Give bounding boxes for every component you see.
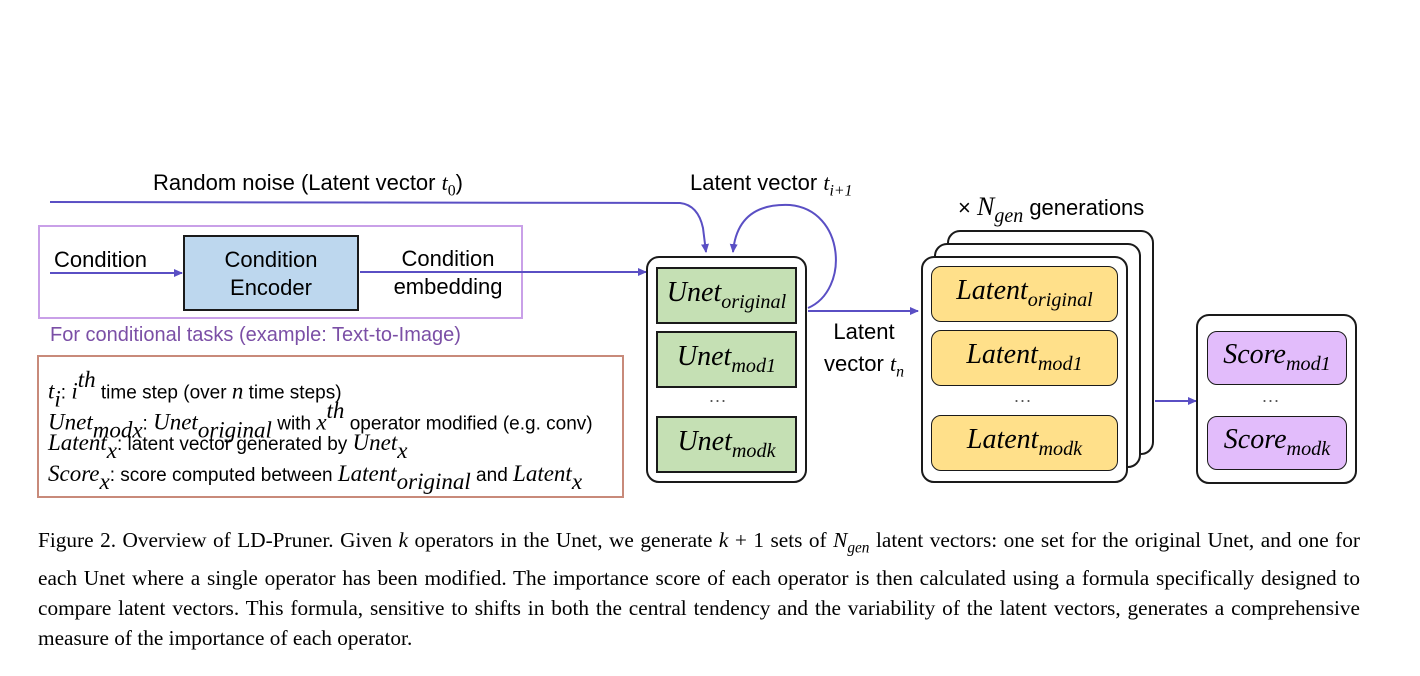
score-base: Score [1223,339,1286,371]
latent-sub: original [1027,289,1093,312]
embedding-line-1: Condition [401,246,495,271]
latent-tn-label: Latent vector tn [815,316,913,389]
gen-suffix: generations [1023,195,1145,220]
legend-text: : score computed between [109,465,338,486]
legend-var: Latent [48,430,107,455]
latent-sub: modk [1038,438,1083,461]
unet-mod1-label: Unetmod1 [677,341,776,378]
legend-line-latent: Latentx: latent vector generated by Unet… [48,430,407,464]
score-sub: modk [1286,438,1331,461]
encoder-line-1: Condition [224,247,318,272]
conditional-task-note: For conditional tasks (example: Text-to-… [50,324,461,346]
legend-text: : latent vector generated by [117,434,353,455]
unet-sub: modk [731,440,776,463]
latent-base: Latent [956,275,1028,307]
generations-label: × Ngen generations [958,192,1144,228]
caption-n-sub: gen [847,539,870,557]
legend-text: and [470,465,514,486]
gen-prefix: × [958,195,977,220]
embedding-line-2: embedding [393,274,503,299]
legend-sub: x [106,438,117,464]
latent-mod1-box: Latentmod1 [931,330,1118,386]
latent-tn-line-1: Latent [833,319,895,344]
legend-line-score: Scorex: score computed between Latentori… [48,461,582,495]
caption-paragraph: Figure 2. Overview of LD-Pruner. Given k… [38,525,1360,653]
legend-sub: x [99,469,110,495]
legend-sup: th [77,367,96,392]
unet-original-box: Unetoriginal [656,267,797,324]
score-ellipsis: ... [1262,386,1281,406]
gen-sub: gen [994,205,1024,227]
latent-tn-text: vector [823,351,890,376]
unet-original-label: Unetoriginal [667,277,786,314]
latent-original-box: Latentoriginal [931,266,1118,322]
caption-text: + 1 sets of [728,528,834,552]
unet-ellipsis: ... [709,386,728,406]
score-mod1-box: Scoremod1 [1207,331,1347,385]
legend-var: Score [48,461,100,486]
latent-loop-label: Latent vector ti+1 [690,170,852,201]
legend-sub: x [397,438,408,464]
loop-sub: i+1 [829,182,853,200]
unet-sub: original [721,291,787,314]
latent-original-label: Latentoriginal [956,275,1093,312]
score-mod1-label: Scoremod1 [1223,339,1331,376]
latent-base: Latent [966,339,1038,371]
unet-modk-label: Unetmodk [677,426,775,463]
caption-k: k [398,528,409,552]
condition-input-label: Condition [54,247,147,272]
latent-mod1-label: Latentmod1 [966,339,1082,376]
caption-text: operators in the Unet, we generate [408,528,719,552]
condition-embedding-label: Condition embedding [382,245,514,301]
caption-text: Figure 2. Overview of LD-Pruner. Given [38,528,399,552]
score-sub: mod1 [1285,353,1331,376]
encoder-line-2: Encoder [230,275,312,300]
legend-sup: th [326,398,345,423]
latent-sub: mod1 [1037,353,1083,376]
unet-base: Unet [666,276,722,308]
unet-sub: mod1 [731,355,777,378]
tn-sub: n [896,363,905,381]
t0-sub: 0 [447,182,456,200]
unet-base: Unet [677,425,732,457]
latent-modk-label: Latentmodk [967,424,1082,461]
legend-var: Latent [337,461,397,486]
condition-encoder-box: Condition Encoder [183,235,359,311]
legend-var: Latent [513,461,572,486]
latent-tn-line-2: vector tn [815,348,913,389]
random-noise-text: Random noise (Latent vector [153,170,442,195]
unet-modk-box: Unetmodk [656,416,797,473]
gen-var: N [976,192,995,221]
caption-k: k [718,528,729,552]
caption-n: N [833,528,848,552]
legend-sub: x [571,469,583,495]
score-base: Score [1223,424,1287,456]
random-noise-label: Random noise (Latent vector t0) [153,170,463,201]
score-modk-label: Scoremodk [1224,424,1330,461]
loop-label-text: Latent vector [690,170,824,195]
legend-sub: original [396,469,471,495]
figure-caption: Figure 2. Overview of LD-Pruner. Given k… [38,525,1360,653]
random-noise-close: ) [455,170,463,195]
latent-ellipsis: ... [1014,386,1033,406]
unet-base: Unet [676,340,732,372]
score-modk-box: Scoremodk [1207,416,1347,470]
latent-base: Latent [966,424,1039,456]
latent-modk-box: Latentmodk [931,415,1118,471]
legend-var: Unet [352,430,398,455]
unet-mod1-box: Unetmod1 [656,331,797,388]
